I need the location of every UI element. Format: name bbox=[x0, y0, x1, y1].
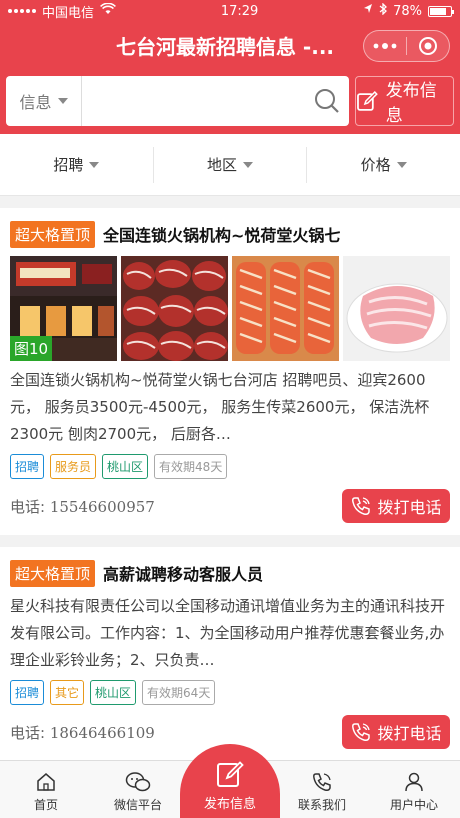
listing-description: 全国连锁火锅机构~悦荷堂火锅七台河店 招聘吧员、迎宾2600元， 服务员3500… bbox=[10, 371, 430, 443]
search-bar: 信息 发布信息 bbox=[0, 68, 460, 134]
call-button-label: 拨打电话 bbox=[377, 498, 442, 517]
tab-label: 联系我们 bbox=[297, 798, 346, 812]
caret-down-icon bbox=[243, 161, 254, 168]
search-input[interactable] bbox=[82, 76, 305, 126]
tag-position[interactable]: 其它 bbox=[50, 680, 85, 705]
tag-validity: 有效期64天 bbox=[142, 680, 216, 705]
call-button-label: 拨打电话 bbox=[377, 724, 442, 743]
phone-number: 15546600957 bbox=[49, 497, 155, 516]
tag-list: 招聘 其它 桃山区 有效期64天 bbox=[10, 680, 450, 705]
search-icon[interactable] bbox=[305, 87, 349, 115]
search-category-dropdown[interactable]: 信息 bbox=[6, 76, 82, 126]
tag-district[interactable]: 桃山区 bbox=[90, 680, 137, 705]
call-button[interactable]: 拨打电话 bbox=[342, 489, 450, 523]
phone-line: 电话: 18646466109 bbox=[10, 722, 155, 743]
app-header: 中国电信 17:29 78% 七台河最新招聘信息 -... bbox=[0, 0, 460, 68]
wechat-icon bbox=[125, 772, 151, 792]
tab-label: 用户中心 bbox=[389, 798, 438, 812]
restaurant-photo[interactable]: 图10 bbox=[10, 256, 117, 361]
listing-card[interactable]: 超大格置顶 高薪诚聘移动客服人员 星火科技有限责任公司以全国移动通讯增值业务为主… bbox=[0, 547, 460, 761]
carrier-label: 中国电信 bbox=[42, 5, 95, 21]
tab-wechat[interactable]: 微信平台 bbox=[92, 761, 184, 818]
tab-user-center[interactable]: 用户中心 bbox=[368, 761, 460, 818]
meat-plate-photo[interactable] bbox=[343, 256, 450, 361]
phone-label: 电话: bbox=[10, 723, 46, 742]
caret-down-icon bbox=[396, 161, 407, 168]
user-icon bbox=[405, 772, 423, 792]
tag-district[interactable]: 桃山区 bbox=[102, 454, 149, 479]
tab-label: 微信平台 bbox=[113, 798, 162, 812]
caret-down-icon bbox=[57, 98, 68, 104]
photo-strip: 图10 bbox=[10, 256, 450, 361]
tag-category[interactable]: 招聘 bbox=[10, 454, 45, 479]
pinned-badge: 超大格置顶 bbox=[10, 559, 96, 587]
phone-icon bbox=[352, 497, 371, 515]
edit-icon bbox=[217, 761, 244, 787]
tag-validity: 有效期48天 bbox=[154, 454, 228, 479]
location-icon bbox=[363, 3, 373, 19]
bottom-tab-bar: 首页 微信平台 发布信息 联系我们 用户中心 bbox=[0, 744, 460, 818]
search-box: 信息 bbox=[6, 76, 349, 126]
filter-region[interactable]: 地区 bbox=[154, 146, 308, 183]
photo-count-badge: 图10 bbox=[10, 336, 53, 361]
listing-title: 全国连锁火锅机构~悦荷堂火锅七 bbox=[103, 226, 341, 245]
more-button[interactable] bbox=[364, 31, 406, 61]
miniprogram-capsule bbox=[363, 30, 450, 62]
edit-icon bbox=[357, 91, 378, 111]
publish-button-label: 发布信息 bbox=[385, 81, 437, 126]
target-icon bbox=[419, 37, 437, 55]
listing-title: 高薪诚聘移动客服人员 bbox=[103, 565, 264, 584]
tab-contact[interactable]: 联系我们 bbox=[276, 761, 368, 818]
tag-list: 招聘 服务员 桃山区 有效期48天 bbox=[10, 454, 450, 479]
caret-down-icon bbox=[89, 161, 100, 168]
status-time: 17:29 bbox=[220, 3, 259, 19]
more-dots-icon bbox=[373, 43, 397, 49]
filter-label: 地区 bbox=[207, 156, 238, 174]
tab-home[interactable]: 首页 bbox=[0, 761, 92, 818]
page-title: 七台河最新招聘信息 -... bbox=[115, 34, 335, 59]
pinned-badge: 超大格置顶 bbox=[10, 220, 96, 248]
filter-label: 招聘 bbox=[53, 156, 84, 174]
tab-publish[interactable]: 发布信息 bbox=[180, 744, 280, 818]
bluetooth-icon bbox=[379, 2, 388, 19]
phone-number: 18646466109 bbox=[49, 723, 155, 742]
filter-category[interactable]: 招聘 bbox=[0, 146, 154, 183]
filter-price[interactable]: 价格 bbox=[307, 147, 460, 183]
beef-roll-photo[interactable] bbox=[121, 256, 228, 361]
status-bar: 中国电信 17:29 78% bbox=[0, 0, 460, 22]
tab-label: 首页 bbox=[33, 798, 58, 812]
close-miniprogram-button[interactable] bbox=[407, 31, 449, 61]
phone-line: 电话: 15546600957 bbox=[10, 496, 155, 517]
publish-button[interactable]: 发布信息 bbox=[355, 76, 454, 126]
lamb-roll-photo[interactable] bbox=[232, 256, 339, 361]
phone-icon bbox=[313, 773, 331, 791]
listing-description: 星火科技有限责任公司以全国移动通讯增值业务为主的通讯科技开发有限公司。工作内容：… bbox=[10, 597, 446, 669]
listing-card[interactable]: 超大格置顶 全国连锁火锅机构~悦荷堂火锅七 图10 全国连锁火锅机构~悦荷堂火锅… bbox=[0, 208, 460, 535]
search-category-label: 信息 bbox=[19, 93, 52, 112]
battery-icon bbox=[427, 5, 454, 17]
tag-category[interactable]: 招聘 bbox=[10, 680, 45, 705]
battery-percent: 78% bbox=[393, 3, 422, 19]
wifi-icon bbox=[100, 2, 116, 19]
phone-label: 电话: bbox=[10, 497, 46, 516]
call-button[interactable]: 拨打电话 bbox=[342, 715, 450, 749]
signal-icon bbox=[8, 9, 36, 13]
tag-position[interactable]: 服务员 bbox=[50, 454, 97, 479]
home-icon bbox=[37, 773, 55, 791]
filter-bar: 招聘 地区 价格 bbox=[0, 134, 460, 196]
tab-label: 发布信息 bbox=[203, 797, 256, 812]
phone-icon bbox=[352, 723, 371, 741]
filter-label: 价格 bbox=[360, 156, 391, 174]
